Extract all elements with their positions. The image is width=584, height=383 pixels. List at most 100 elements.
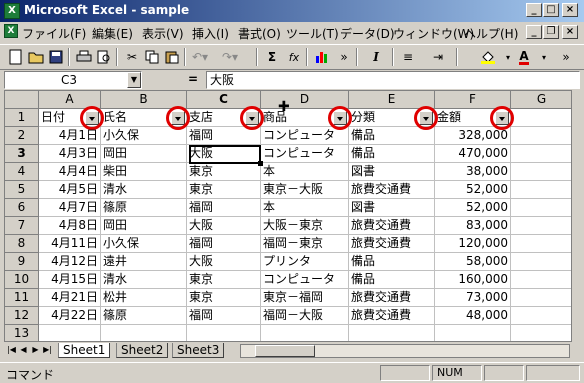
new-file-icon[interactable] xyxy=(6,48,26,66)
row-header-9[interactable]: 9 xyxy=(5,253,39,271)
menu-help[interactable]: ヘルプ(H) xyxy=(464,25,518,42)
cell-category[interactable]: 備品 xyxy=(349,145,435,163)
row-header-2[interactable]: 2 xyxy=(5,127,39,145)
empty-cell[interactable] xyxy=(511,271,571,289)
cell-branch[interactable]: 福岡 xyxy=(187,235,261,253)
empty-cell[interactable] xyxy=(511,163,571,181)
cell-product[interactable]: 福岡－大阪 xyxy=(261,307,349,325)
cell-date[interactable]: 4月3日 xyxy=(39,145,101,163)
row-header-7[interactable]: 7 xyxy=(5,217,39,235)
formula-input[interactable]: 大阪 xyxy=(206,71,580,89)
doc-restore-button[interactable]: ❐ xyxy=(543,25,559,39)
empty-cell[interactable] xyxy=(101,325,187,341)
autofilter-dropdown-name[interactable] xyxy=(171,111,185,125)
cell-category[interactable]: 備品 xyxy=(349,271,435,289)
cell-name[interactable]: 柴田 xyxy=(101,163,187,181)
empty-cell[interactable] xyxy=(511,109,571,127)
function-icon[interactable]: fx xyxy=(284,48,304,66)
column-header-c[interactable]: C xyxy=(187,91,261,109)
fill-color-icon[interactable] xyxy=(478,48,498,66)
cell-name[interactable]: 岡田 xyxy=(101,145,187,163)
menu-view[interactable]: 表示(V) xyxy=(142,25,184,42)
italic-icon[interactable]: I xyxy=(366,48,386,66)
cell-product[interactable]: 東京－大阪 xyxy=(261,181,349,199)
cell-category[interactable]: 旅費交通費 xyxy=(349,217,435,235)
cut-icon[interactable]: ✂ xyxy=(122,48,142,66)
cell-name[interactable]: 篠原 xyxy=(101,199,187,217)
row-header-3[interactable]: 3 xyxy=(5,145,39,163)
menu-data[interactable]: データ(D) xyxy=(340,25,395,42)
close-button[interactable]: × xyxy=(562,3,578,17)
cell-date[interactable]: 4月22日 xyxy=(39,307,101,325)
maximize-button[interactable]: □ xyxy=(543,3,559,17)
autofilter-dropdown-branch[interactable] xyxy=(245,111,259,125)
menu-window[interactable]: ウィンドウ(W) xyxy=(393,25,474,42)
cell-date[interactable]: 4月21日 xyxy=(39,289,101,307)
column-header-e[interactable]: E xyxy=(349,91,435,109)
empty-cell[interactable] xyxy=(511,181,571,199)
save-icon[interactable] xyxy=(46,48,66,66)
scrollbar-thumb[interactable] xyxy=(255,345,315,357)
first-sheet-icon[interactable]: |◀ xyxy=(6,344,17,357)
cell-amount[interactable]: 83,000 xyxy=(435,217,511,235)
cell-branch[interactable]: 東京 xyxy=(187,289,261,307)
menu-edit[interactable]: 編集(E) xyxy=(92,25,133,42)
cell-amount[interactable]: 58,000 xyxy=(435,253,511,271)
cell-product[interactable]: プリンタ xyxy=(261,253,349,271)
empty-cell[interactable] xyxy=(187,325,261,341)
cell-product[interactable]: コンピュータ xyxy=(261,145,349,163)
copy-icon[interactable] xyxy=(142,48,162,66)
cell-branch[interactable]: 福岡 xyxy=(187,307,261,325)
minimize-button[interactable]: _ xyxy=(526,3,542,17)
last-sheet-icon[interactable]: ▶| xyxy=(42,344,53,357)
cell-amount[interactable]: 470,000 xyxy=(435,145,511,163)
print-preview-icon[interactable] xyxy=(94,48,114,66)
cell-amount[interactable]: 52,000 xyxy=(435,181,511,199)
row-header-10[interactable]: 10 xyxy=(5,271,39,289)
spreadsheet-grid[interactable]: A B C D E F G 1 2 3 4 5 6 7 8 9 10 11 12 13 日付 氏名 支店 商品 分類 金額 4月1日… xyxy=(4,90,572,342)
cell-branch[interactable]: 東京 xyxy=(187,271,261,289)
cell-date[interactable]: 4月8日 xyxy=(39,217,101,235)
cell-amount[interactable]: 52,000 xyxy=(435,199,511,217)
autosum-icon[interactable]: Σ xyxy=(262,48,282,66)
cell-name[interactable]: 遠井 xyxy=(101,253,187,271)
cell-date[interactable]: 4月5日 xyxy=(39,181,101,199)
cell-name[interactable]: 松井 xyxy=(101,289,187,307)
empty-cell[interactable] xyxy=(511,217,571,235)
cell-date[interactable]: 4月15日 xyxy=(39,271,101,289)
cell-product[interactable]: コンピュータ xyxy=(261,271,349,289)
autofilter-dropdown-date[interactable] xyxy=(85,111,99,125)
cell-name[interactable]: 岡田 xyxy=(101,217,187,235)
row-header-1[interactable]: 1 xyxy=(5,109,39,127)
toolbar-more-icon[interactable]: » xyxy=(556,48,576,66)
cell-name[interactable]: 篠原 xyxy=(101,307,187,325)
cell-category[interactable]: 旅費交通費 xyxy=(349,235,435,253)
cell-branch[interactable]: 福岡 xyxy=(187,199,261,217)
sheet-tab-2[interactable]: Sheet2 xyxy=(116,343,169,358)
cell-category[interactable]: 旅費交通費 xyxy=(349,307,435,325)
increase-indent-icon[interactable]: ⇥ xyxy=(428,48,448,66)
empty-cell[interactable] xyxy=(511,325,571,341)
cell-branch[interactable]: 福岡 xyxy=(187,127,261,145)
cell-category[interactable]: 図書 xyxy=(349,199,435,217)
cell-product[interactable]: 福岡－東京 xyxy=(261,235,349,253)
prev-sheet-icon[interactable]: ◀ xyxy=(18,344,29,357)
cell-name[interactable]: 小久保 xyxy=(101,127,187,145)
empty-cell[interactable] xyxy=(511,145,571,163)
cell-category[interactable]: 備品 xyxy=(349,253,435,271)
cell-product[interactable]: コンピュータ xyxy=(261,127,349,145)
toolbar-options-icon[interactable]: » xyxy=(334,48,354,66)
cell-amount[interactable]: 328,000 xyxy=(435,127,511,145)
center-align-icon[interactable]: ≡ xyxy=(398,48,418,66)
cell-date[interactable]: 4月11日 xyxy=(39,235,101,253)
font-color-icon[interactable]: A xyxy=(514,48,534,66)
cell-name[interactable]: 清水 xyxy=(101,271,187,289)
cell-branch[interactable]: 大阪 xyxy=(187,253,261,271)
open-folder-icon[interactable] xyxy=(26,48,46,66)
column-header-a[interactable]: A xyxy=(39,91,101,109)
cell-name[interactable]: 小久保 xyxy=(101,235,187,253)
cell-category[interactable]: 旅費交通費 xyxy=(349,181,435,199)
empty-cell[interactable] xyxy=(261,325,349,341)
menu-insert[interactable]: 挿入(I) xyxy=(192,25,229,42)
column-header-f[interactable]: F xyxy=(435,91,511,109)
